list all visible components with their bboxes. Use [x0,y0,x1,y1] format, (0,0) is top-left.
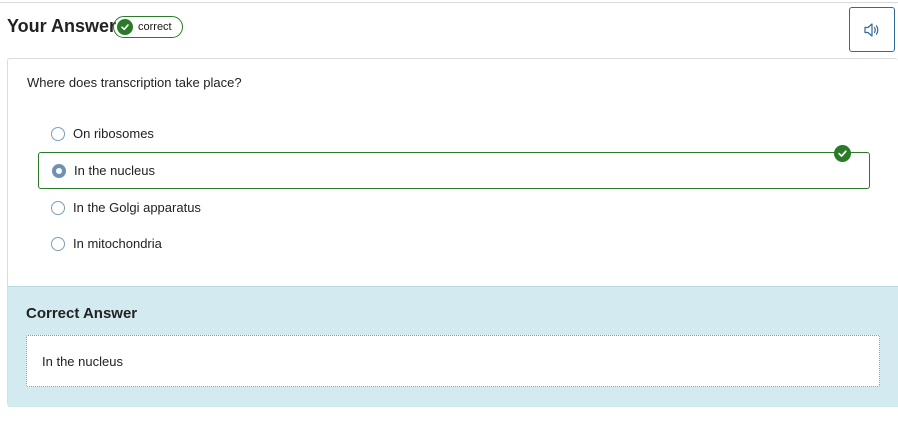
correct-answer-title: Correct Answer [26,305,138,322]
status-badge: correct [113,16,183,38]
question-card: Where does transcription take place? On … [7,58,898,407]
option-label: In mitochondria [73,236,162,251]
speaker-icon [864,22,879,37]
check-icon [834,145,851,162]
correct-answer-section: Correct Answer In the nucleus [8,286,898,407]
option-in-mitochondria[interactable]: In mitochondria [38,225,870,262]
option-label: In the Golgi apparatus [73,200,201,215]
option-label: On ribosomes [73,126,154,141]
top-divider [0,2,898,3]
status-badge-label: correct [138,21,172,33]
radio-button[interactable] [51,236,65,251]
option-on-ribosomes[interactable]: On ribosomes [38,115,870,152]
radio-button[interactable] [51,200,65,215]
question-prompt: Where does transcription take place? [27,75,242,90]
correct-answer-value: In the nucleus [42,353,123,369]
check-icon [117,19,133,35]
correct-answer-box: In the nucleus [26,335,880,387]
radio-button[interactable] [51,126,65,141]
option-in-the-nucleus[interactable]: In the nucleus [38,145,870,189]
option-in-the-golgi-apparatus[interactable]: In the Golgi apparatus [38,189,870,226]
page-title: Your Answer [7,16,117,36]
audio-button[interactable] [849,7,895,52]
radio-button-selected[interactable] [52,163,66,178]
option-label: In the nucleus [74,163,155,178]
